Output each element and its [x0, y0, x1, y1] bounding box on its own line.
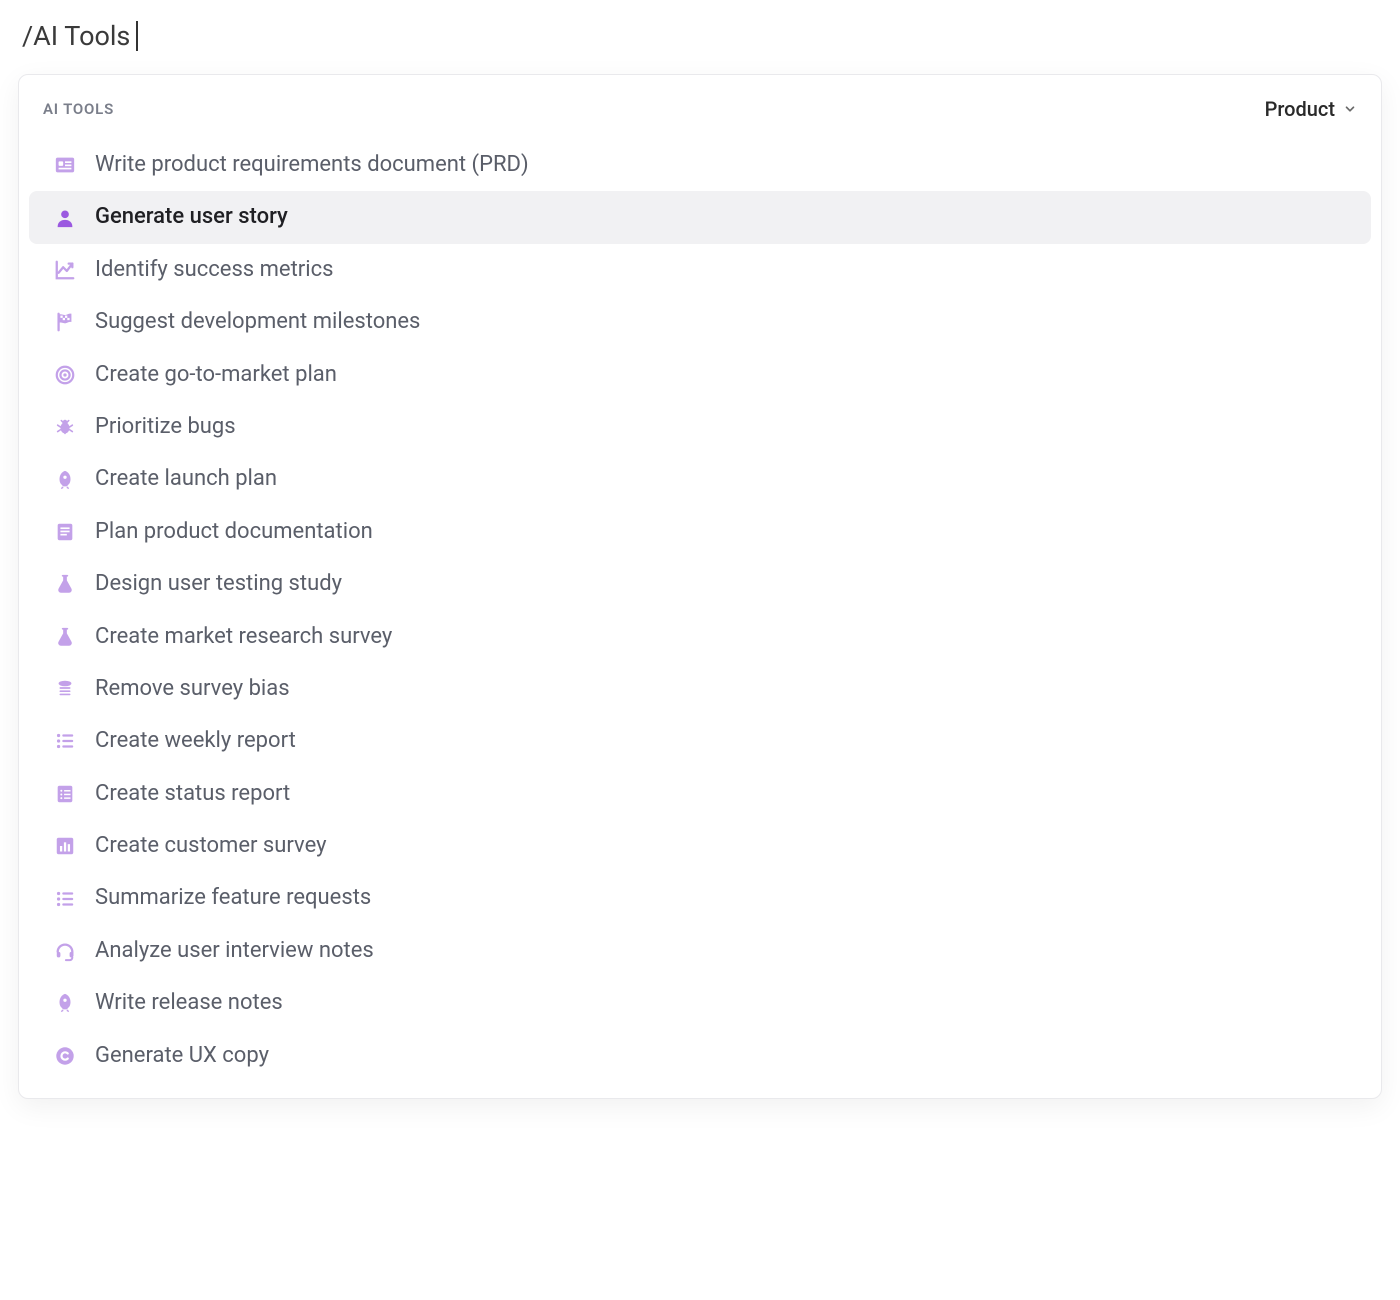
tool-item[interactable]: Create status report: [29, 768, 1371, 820]
tool-label: Prioritize bugs: [95, 414, 236, 440]
tool-label: Plan product documentation: [95, 519, 373, 545]
flag-checkered-icon: [53, 310, 77, 334]
tool-label: Identify success metrics: [95, 257, 333, 283]
bullseye-icon: [53, 363, 77, 387]
tool-item[interactable]: Suggest development milestones: [29, 296, 1371, 348]
tool-label: Suggest development milestones: [95, 309, 420, 335]
tool-item[interactable]: Identify success metrics: [29, 244, 1371, 296]
category-filter[interactable]: Product: [1265, 97, 1357, 121]
tool-item[interactable]: Prioritize bugs: [29, 401, 1371, 453]
flask-icon: [53, 572, 77, 596]
tool-item[interactable]: Generate UX copy: [29, 1030, 1371, 1082]
command-text: /AI Tools: [22, 20, 130, 52]
balance-icon: [53, 677, 77, 701]
copyright-icon: [53, 1044, 77, 1068]
tool-label: Write release notes: [95, 990, 283, 1016]
tool-label: Remove survey bias: [95, 676, 290, 702]
chart-line-icon: [53, 258, 77, 282]
tool-label: Create launch plan: [95, 466, 277, 492]
filter-label: Product: [1265, 97, 1335, 121]
tool-item[interactable]: Design user testing study: [29, 558, 1371, 610]
tool-item[interactable]: Write release notes: [29, 977, 1371, 1029]
tool-label: Create status report: [95, 781, 290, 807]
bug-icon: [53, 415, 77, 439]
tool-item[interactable]: Create weekly report: [29, 715, 1371, 767]
rocket-icon: [53, 991, 77, 1015]
tool-item[interactable]: Summarize feature requests: [29, 872, 1371, 924]
panel-title: AI TOOLS: [43, 100, 114, 118]
tool-item[interactable]: Remove survey bias: [29, 663, 1371, 715]
chevron-down-icon: [1343, 97, 1357, 121]
headset-icon: [53, 939, 77, 963]
list-icon: [53, 887, 77, 911]
panel-header: AI TOOLS Product: [19, 93, 1381, 133]
tool-label: Create go-to-market plan: [95, 362, 337, 388]
tool-label: Generate user story: [95, 204, 288, 230]
tool-item[interactable]: Create market research survey: [29, 611, 1371, 663]
tool-list: Write product requirements document (PRD…: [19, 139, 1381, 1082]
rocket-icon: [53, 468, 77, 492]
tool-item[interactable]: Write product requirements document (PRD…: [29, 139, 1371, 191]
user-icon: [53, 206, 77, 230]
tool-label: Create weekly report: [95, 728, 296, 754]
tool-item[interactable]: Generate user story: [29, 191, 1371, 243]
flask-icon: [53, 625, 77, 649]
list-icon: [53, 729, 77, 753]
tool-item[interactable]: Create launch plan: [29, 453, 1371, 505]
tool-label: Analyze user interview notes: [95, 938, 374, 964]
tool-item[interactable]: Plan product documentation: [29, 506, 1371, 558]
slash-command-input[interactable]: /AI Tools: [18, 18, 1382, 54]
id-card-icon: [53, 153, 77, 177]
tool-item[interactable]: Analyze user interview notes: [29, 925, 1371, 977]
ai-tools-panel: AI TOOLS Product Write product requireme…: [18, 74, 1382, 1099]
tool-item[interactable]: Create customer survey: [29, 820, 1371, 872]
tool-item[interactable]: Create go-to-market plan: [29, 349, 1371, 401]
tool-label: Create market research survey: [95, 624, 392, 650]
tool-label: Create customer survey: [95, 833, 327, 859]
book-icon: [53, 520, 77, 544]
bar-chart-icon: [53, 834, 77, 858]
tool-label: Summarize feature requests: [95, 885, 371, 911]
text-caret: [136, 21, 138, 51]
clipboard-list-icon: [53, 782, 77, 806]
tool-label: Generate UX copy: [95, 1043, 269, 1069]
tool-label: Design user testing study: [95, 571, 342, 597]
tool-label: Write product requirements document (PRD…: [95, 152, 529, 178]
